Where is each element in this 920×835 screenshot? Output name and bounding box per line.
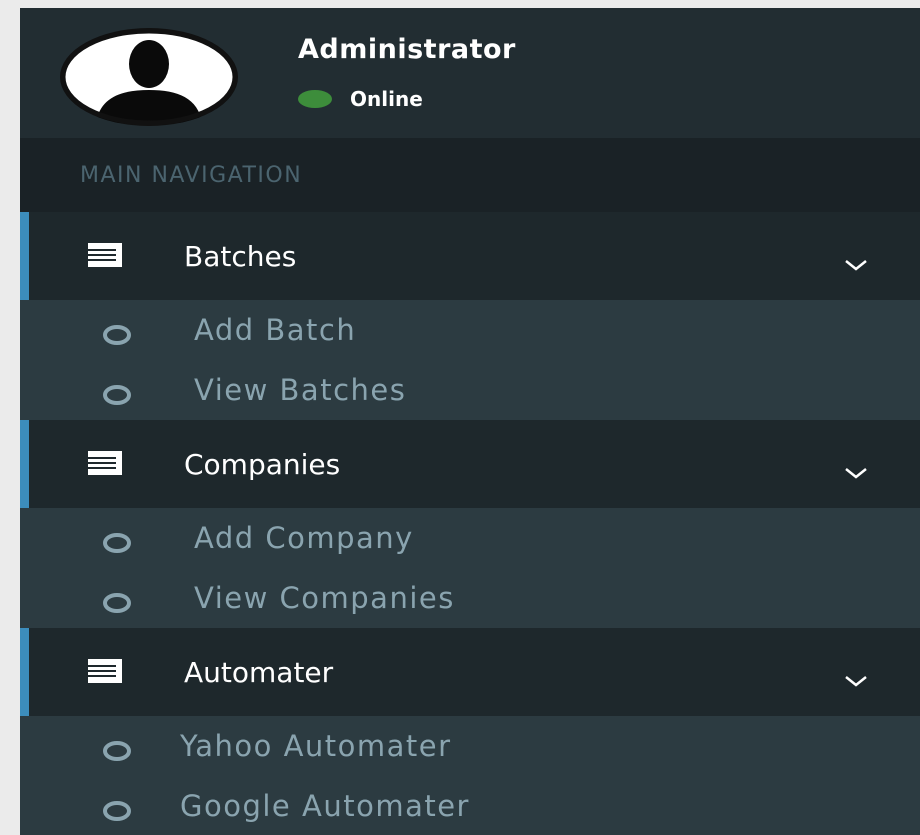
circle-outline-icon — [102, 379, 132, 405]
nav-subitem-label: Add Company — [194, 521, 414, 555]
submenu-companies: Add Company View Companies — [20, 508, 920, 628]
circle-outline-icon — [102, 735, 132, 761]
nav-subitem-label: Google Automater — [180, 789, 470, 823]
user-name: Administrator — [298, 34, 516, 65]
circle-outline-icon — [102, 527, 132, 553]
circle-outline-icon — [102, 795, 132, 821]
list-icon — [88, 451, 122, 475]
chevron-down-icon[interactable] — [844, 246, 868, 271]
chevron-down-icon[interactable] — [844, 454, 868, 479]
online-status-dot-icon — [298, 90, 332, 108]
nav-subitem-label: View Batches — [194, 373, 407, 407]
nav-item-companies[interactable]: Companies — [20, 420, 920, 508]
circle-outline-icon — [102, 319, 132, 345]
submenu-automater: Yahoo Automater Google Automater — [20, 716, 920, 835]
user-panel: Administrator Online — [20, 8, 920, 138]
nav-subitem-view-batches[interactable]: View Batches — [20, 360, 920, 420]
sidebar: Administrator Online MAIN NAVIGATION Bat… — [20, 8, 920, 835]
nav-item-automater[interactable]: Automater — [20, 628, 920, 716]
user-status: Online — [298, 87, 423, 111]
nav-header: MAIN NAVIGATION — [20, 138, 920, 212]
nav-item-label: Batches — [184, 239, 297, 273]
nav-subitem-label: View Companies — [194, 581, 455, 615]
nav-item-label: Companies — [184, 447, 341, 481]
nav-subitem-yahoo-automater[interactable]: Yahoo Automater — [20, 716, 920, 776]
submenu-batches: Add Batch View Batches — [20, 300, 920, 420]
nav-subitem-label: Yahoo Automater — [180, 729, 452, 763]
nav-subitem-label: Add Batch — [194, 313, 357, 347]
nav-item-label: Automater — [184, 655, 334, 689]
list-icon — [88, 659, 122, 683]
nav-item-batches[interactable]: Batches — [20, 212, 920, 300]
avatar[interactable] — [60, 28, 238, 126]
chevron-down-icon[interactable] — [844, 662, 868, 687]
user-status-label: Online — [350, 87, 423, 111]
list-icon — [88, 243, 122, 267]
nav-subitem-add-batch[interactable]: Add Batch — [20, 300, 920, 360]
nav-subitem-google-automater[interactable]: Google Automater — [20, 776, 920, 835]
nav-subitem-view-companies[interactable]: View Companies — [20, 568, 920, 628]
nav-subitem-add-company[interactable]: Add Company — [20, 508, 920, 568]
circle-outline-icon — [102, 587, 132, 613]
user-silhouette-icon — [60, 28, 238, 126]
